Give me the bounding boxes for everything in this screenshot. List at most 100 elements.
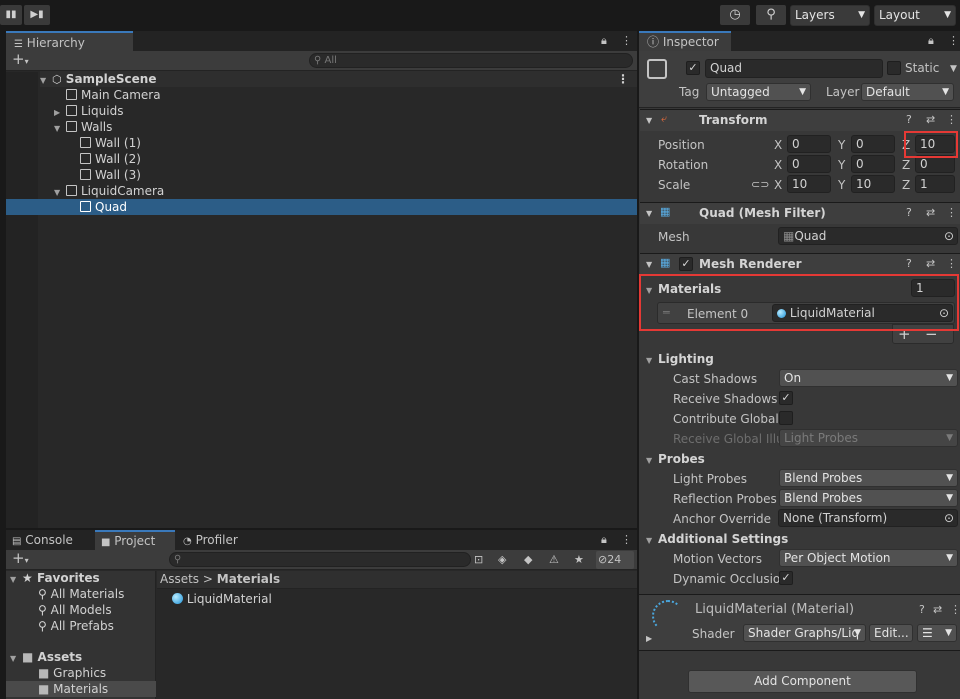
foldout-icon[interactable]: ▼ bbox=[646, 259, 652, 271]
presets-icon[interactable]: ⇄ bbox=[926, 258, 935, 270]
dynamic-occlusion-checkbox[interactable]: ✓ bbox=[779, 571, 793, 585]
create-button[interactable]: +▾ bbox=[12, 52, 29, 68]
lock-icon[interactable]: 🔒︎ bbox=[601, 534, 607, 546]
scene-menu-icon[interactable]: ⋮ bbox=[617, 71, 629, 87]
layout-dropdown[interactable]: Layout ▼ bbox=[874, 5, 956, 26]
component-menu-icon[interactable]: ⋮ bbox=[950, 604, 960, 616]
object-picker-icon[interactable]: ⊙ bbox=[944, 228, 954, 244]
fav-all-models[interactable]: ⚲ All Models bbox=[38, 602, 112, 618]
type-filter-icon[interactable]: ◈ bbox=[498, 554, 506, 566]
search-options-icon[interactable]: ⊡ bbox=[474, 554, 483, 566]
object-name-field[interactable]: Quad bbox=[705, 59, 883, 78]
additional-settings-foldout[interactable]: ▼ Additional Settings bbox=[646, 532, 788, 546]
hidden-count[interactable]: ⊘24 bbox=[596, 551, 634, 569]
lock-icon[interactable]: 🔒︎ bbox=[601, 35, 607, 47]
lighting-foldout[interactable]: ▼ Lighting bbox=[646, 352, 714, 366]
position-x-field[interactable]: 0 bbox=[787, 135, 831, 153]
foldout-icon[interactable]: ▶ bbox=[646, 633, 652, 645]
favorites-header[interactable]: ▼ ★ Favorites bbox=[10, 570, 100, 586]
active-checkbox[interactable]: ✓ bbox=[686, 61, 700, 75]
tree-item-main-camera[interactable]: Main Camera bbox=[66, 87, 161, 103]
presets-icon[interactable]: ⇄ bbox=[926, 207, 935, 219]
warning-filter-icon[interactable]: ⚠ bbox=[549, 554, 559, 566]
probes-foldout[interactable]: ▼ Probes bbox=[646, 452, 705, 466]
tab-profiler[interactable]: ◔ Profiler bbox=[181, 530, 261, 550]
fav-all-materials[interactable]: ⚲ All Materials bbox=[38, 586, 124, 602]
presets-icon[interactable]: ⇄ bbox=[933, 604, 942, 616]
component-menu-icon[interactable]: ⋮ bbox=[946, 114, 957, 126]
pause-button[interactable]: ▮▮ bbox=[0, 5, 22, 25]
motion-vectors-dropdown[interactable]: Per Object Motion ▼ bbox=[779, 549, 958, 567]
step-button[interactable]: ▶▮ bbox=[24, 5, 50, 25]
rotation-y-field[interactable]: 0 bbox=[851, 155, 895, 173]
folder-materials[interactable]: ■ Materials bbox=[6, 681, 156, 697]
tree-item-liquids[interactable]: ▶ Liquids bbox=[54, 103, 123, 119]
component-menu-icon[interactable]: ⋮ bbox=[946, 258, 957, 270]
help-icon[interactable]: ? bbox=[906, 258, 912, 270]
tab-inspector[interactable]: ⓘ Inspector bbox=[639, 31, 731, 51]
tab-hierarchy[interactable]: ☰ Hierarchy bbox=[6, 31, 133, 51]
scale-x-field[interactable]: 10 bbox=[787, 175, 831, 193]
label-filter-icon[interactable]: ◆ bbox=[524, 554, 532, 566]
help-icon[interactable]: ? bbox=[906, 207, 912, 219]
position-y-field[interactable]: 0 bbox=[851, 135, 895, 153]
project-search-input[interactable]: ⚲ bbox=[169, 552, 471, 567]
static-checkbox[interactable] bbox=[887, 61, 901, 75]
foldout-icon[interactable]: ▼ bbox=[646, 208, 652, 220]
breadcrumb-assets[interactable]: Assets bbox=[160, 572, 199, 586]
more-menu-icon[interactable]: ⋮ bbox=[948, 35, 959, 47]
tab-project[interactable]: ■ Project bbox=[95, 530, 175, 550]
rotation-x-field[interactable]: 0 bbox=[787, 155, 831, 173]
add-component-button[interactable]: Add Component bbox=[688, 670, 917, 693]
shader-dropdown[interactable]: Shader Graphs/Liq ▼ bbox=[743, 624, 866, 642]
foldout-icon[interactable]: ▼ bbox=[646, 115, 652, 127]
hierarchy-search-input[interactable]: ⚲ All bbox=[309, 53, 633, 68]
favorite-star-icon[interactable]: ★ bbox=[574, 554, 584, 566]
more-menu-icon[interactable]: ⋮ bbox=[621, 35, 632, 47]
scale-z-field[interactable]: 1 bbox=[915, 175, 955, 193]
mesh-object-field[interactable]: ▦Quad ⊙ bbox=[778, 227, 958, 245]
link-icon[interactable]: ⊂⊃ bbox=[751, 179, 769, 191]
breadcrumb-materials[interactable]: Materials bbox=[217, 572, 280, 586]
more-menu-icon[interactable]: ⋮ bbox=[621, 534, 632, 546]
tree-item-scene[interactable]: ▼ ⬡ SampleScene ⋮ bbox=[40, 71, 637, 87]
tab-console[interactable]: ▤ Console bbox=[6, 530, 94, 550]
tag-dropdown[interactable]: Untagged ▼ bbox=[706, 83, 811, 101]
layer-dropdown[interactable]: Default ▼ bbox=[861, 83, 954, 101]
tree-item-wall-2[interactable]: Wall (2) bbox=[80, 151, 141, 167]
tree-item-wall-3[interactable]: Wall (3) bbox=[80, 167, 141, 183]
cast-shadows-dropdown[interactable]: On ▼ bbox=[779, 369, 958, 387]
file-liquid-material[interactable]: LiquidMaterial bbox=[172, 591, 272, 607]
reflection-probes-dropdown[interactable]: Blend Probes ▼ bbox=[779, 489, 958, 507]
shader-edit-button[interactable]: Edit... bbox=[869, 624, 913, 642]
receive-shadows-checkbox[interactable]: ✓ bbox=[779, 391, 793, 405]
tree-item-wall-1[interactable]: Wall (1) bbox=[80, 135, 141, 151]
component-menu-icon[interactable]: ⋮ bbox=[946, 207, 957, 219]
presets-icon[interactable]: ⇄ bbox=[926, 114, 935, 126]
mesh-renderer-enabled-checkbox[interactable]: ✓ bbox=[679, 257, 693, 271]
help-icon[interactable]: ? bbox=[919, 604, 925, 616]
assets-label: Assets bbox=[37, 650, 83, 664]
tree-item-quad-selected[interactable]: Quad bbox=[6, 199, 637, 215]
light-probes-dropdown[interactable]: Blend Probes ▼ bbox=[779, 469, 958, 487]
scale-y-field[interactable]: 10 bbox=[851, 175, 895, 193]
assets-header[interactable]: ▼ ■ Assets bbox=[10, 649, 82, 665]
folder-graphics[interactable]: ■ Graphics bbox=[38, 665, 106, 681]
lock-icon[interactable]: 🔒︎ bbox=[928, 35, 934, 47]
layers-dropdown[interactable]: Layers ▼ bbox=[790, 5, 870, 26]
transform-header[interactable] bbox=[640, 109, 960, 131]
profiler-tab-label: Profiler bbox=[195, 533, 238, 547]
static-dropdown-icon[interactable]: ▼ bbox=[950, 63, 957, 75]
fav-all-prefabs[interactable]: ⚲ All Prefabs bbox=[38, 618, 114, 634]
tree-item-walls[interactable]: ▼ Walls bbox=[54, 119, 112, 135]
search-button[interactable]: ⚲ bbox=[756, 5, 786, 25]
shader-menu-button[interactable]: ☰ ▼ bbox=[917, 624, 957, 642]
tree-item-liquid-camera[interactable]: ▼ LiquidCamera bbox=[54, 183, 164, 199]
object-picker-icon[interactable]: ⊙ bbox=[944, 510, 954, 526]
history-button[interactable]: ◷ bbox=[720, 5, 750, 25]
contribute-gi-checkbox[interactable] bbox=[779, 411, 793, 425]
project-create-button[interactable]: +▾ bbox=[12, 551, 29, 567]
gameobject-large-icon[interactable] bbox=[647, 59, 667, 79]
help-icon[interactable]: ? bbox=[906, 114, 912, 126]
anchor-override-field[interactable]: None (Transform) ⊙ bbox=[778, 509, 958, 527]
